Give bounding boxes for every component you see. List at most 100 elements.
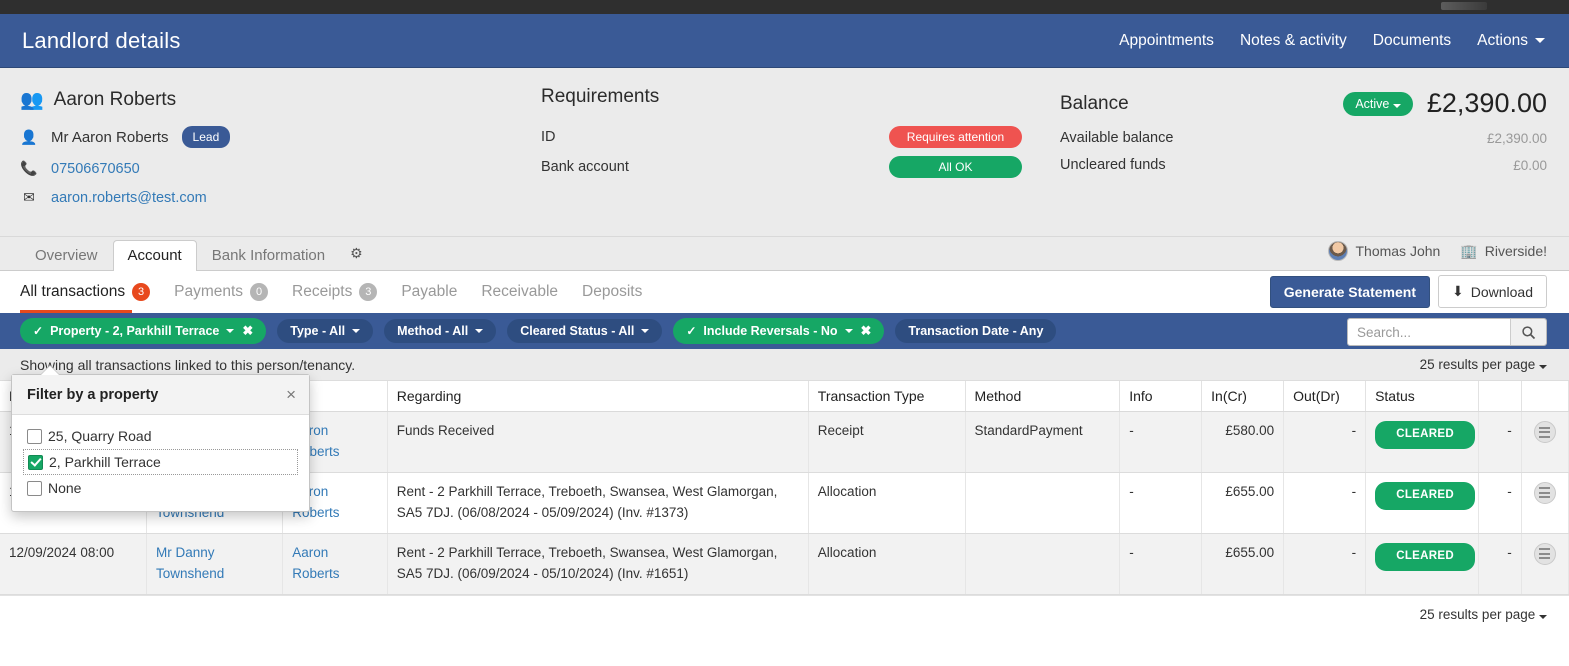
filter-pill-include-reversals-label: Include Reversals - No	[703, 324, 838, 338]
tab-overview[interactable]: Overview	[20, 240, 113, 271]
header-nav: Appointments Notes & activity Documents …	[1119, 32, 1545, 50]
popup-option-none[interactable]: None	[12, 475, 309, 501]
txtab-receipts[interactable]: Receipts 3	[292, 271, 378, 313]
chevron-down-icon	[641, 329, 650, 333]
checkbox-icon[interactable]	[27, 428, 42, 444]
email-link[interactable]: aaron.roberts@test.com	[51, 190, 207, 206]
col-extra	[1478, 381, 1522, 412]
summary-band: 👥 Aaron Roberts 👤 Mr Aaron Roberts Lead …	[0, 68, 1569, 237]
chevron-down-icon	[226, 329, 235, 333]
page-root: Landlord details Appointments Notes & ac…	[0, 0, 1569, 666]
contact-name-row: 👤 Mr Aaron Roberts Lead	[20, 126, 500, 148]
status-badge: CLEARED	[1375, 542, 1476, 571]
cell-transaction-type: Allocation	[808, 533, 966, 595]
status-active-button[interactable]: Active	[1343, 91, 1413, 116]
txtab-payments-count: 0	[250, 283, 269, 301]
col-status[interactable]: Status	[1365, 381, 1479, 412]
filter-pill-property[interactable]: ✓ Property - 2, Parkhill Terrace ✖	[20, 318, 267, 344]
cell-info: -	[1119, 533, 1203, 595]
uncleared-funds-label: Uncleared funds	[1060, 157, 1166, 173]
filter-pill-cleared-status[interactable]: Cleared Status - All	[507, 319, 663, 343]
per-page-selector-bottom[interactable]: 25 results per page	[1420, 607, 1547, 622]
checkbox-checked-icon[interactable]	[28, 454, 43, 470]
search-button[interactable]	[1510, 319, 1546, 345]
col-transaction-type[interactable]: Transaction Type	[808, 381, 966, 412]
chevron-down-icon	[352, 329, 361, 333]
download-button[interactable]: ⬇ Download	[1438, 275, 1547, 308]
col-info[interactable]: Info	[1119, 381, 1203, 412]
filter-pill-type[interactable]: Type - All	[277, 319, 374, 343]
user-chip[interactable]: Thomas John	[1328, 241, 1440, 261]
cell-info: -	[1119, 411, 1203, 473]
per-page-label-top: 25 results per page	[1419, 357, 1536, 372]
filter-pill-method[interactable]: Method - All	[384, 319, 497, 343]
checkbox-icon[interactable]	[27, 480, 42, 496]
txtab-payments[interactable]: Payments 0	[174, 271, 269, 313]
txtab-payable[interactable]: Payable	[401, 271, 457, 313]
clear-filter-icon[interactable]: ✖	[242, 323, 253, 339]
row-menu-icon[interactable]	[1533, 542, 1556, 565]
page-title: Landlord details	[22, 27, 181, 53]
branch-name: Riverside!	[1484, 243, 1547, 259]
cell-transaction-type: Receipt	[808, 411, 966, 473]
table-row[interactable]: 12/09/2024 08:00 Mr Danny Townshend Aaro…	[0, 533, 1569, 595]
filter-pill-type-label: Type - All	[290, 324, 346, 338]
chevron-down-icon	[844, 329, 853, 333]
chevron-down-icon	[1535, 37, 1545, 43]
row-menu-icon[interactable]	[1533, 481, 1556, 504]
popup-option-quarry-road[interactable]: 25, Quarry Road	[12, 423, 309, 449]
cell-extra: -	[1478, 411, 1522, 473]
clear-filter-icon[interactable]: ✖	[861, 323, 872, 339]
balance-title: Balance	[1060, 92, 1129, 114]
cell-date: 12/09/2024 08:00	[0, 533, 147, 595]
close-icon[interactable]: ×	[286, 386, 296, 403]
nav-actions[interactable]: Actions	[1477, 32, 1545, 50]
txtab-all-transactions-count: 3	[132, 283, 151, 301]
col-method[interactable]: Method	[965, 381, 1121, 412]
nav-notes-activity[interactable]: Notes & activity	[1240, 32, 1347, 50]
branch-chip[interactable]: 🏢 Riverside!	[1460, 243, 1547, 260]
uncleared-funds-value: £0.00	[1513, 157, 1547, 173]
to-link[interactable]: Aaron Roberts	[292, 545, 339, 581]
cell-extra: -	[1478, 533, 1522, 595]
per-page-selector-top[interactable]: 25 results per page	[1420, 357, 1547, 372]
txtab-deposits[interactable]: Deposits	[582, 271, 642, 313]
tab-bank-information[interactable]: Bank Information	[197, 240, 340, 271]
transaction-actions: Generate Statement ⬇ Download	[1269, 275, 1547, 308]
col-out-dr[interactable]: Out(Dr)	[1283, 381, 1367, 412]
cell-out-dr: -	[1283, 472, 1367, 534]
person-icon: 👤	[20, 128, 38, 145]
search-icon	[1522, 325, 1536, 339]
requirement-status-bank: All OK	[889, 156, 1022, 178]
filter-pill-transaction-date[interactable]: Transaction Date - Any	[895, 319, 1057, 343]
txtab-receipts-label: Receipts	[292, 283, 353, 300]
page-header: Landlord details Appointments Notes & ac…	[0, 14, 1569, 68]
txtab-all-transactions[interactable]: All transactions 3	[20, 271, 151, 313]
cell-transaction-type: Allocation	[808, 472, 966, 534]
contact-summary: 👥 Aaron Roberts 👤 Mr Aaron Roberts Lead …	[20, 88, 500, 218]
table-footer: 25 results per page	[0, 594, 1569, 633]
cell-status: CLEARED	[1365, 411, 1479, 473]
col-regarding[interactable]: Regarding	[387, 381, 809, 412]
col-in-cr[interactable]: In(Cr)	[1201, 381, 1285, 412]
nav-documents[interactable]: Documents	[1373, 32, 1451, 50]
popup-options: 25, Quarry Road 2, Parkhill Terrace None	[12, 415, 309, 511]
transaction-tabs: All transactions 3 Payments 0 Receipts 3…	[0, 271, 1569, 313]
row-menu-icon[interactable]	[1533, 421, 1556, 443]
col-actions	[1521, 381, 1569, 412]
from-link[interactable]: Mr Danny Townshend	[156, 545, 224, 581]
status-badge: CLEARED	[1375, 421, 1476, 449]
txtab-payments-label: Payments	[174, 283, 244, 300]
tab-account[interactable]: Account	[112, 240, 197, 271]
nav-appointments[interactable]: Appointments	[1119, 32, 1214, 50]
cell-out-dr: -	[1283, 533, 1367, 595]
txtab-receivable[interactable]: Receivable	[481, 271, 558, 313]
search-input[interactable]	[1348, 319, 1510, 345]
gear-icon[interactable]: ⚙	[340, 238, 373, 270]
cell-status: CLEARED	[1365, 472, 1479, 534]
generate-statement-button[interactable]: Generate Statement	[1269, 275, 1430, 308]
popup-option-parkhill-terrace[interactable]: 2, Parkhill Terrace	[23, 449, 298, 475]
cell-status: CLEARED	[1365, 533, 1479, 595]
phone-link[interactable]: 07506670650	[51, 161, 140, 177]
filter-pill-include-reversals[interactable]: ✓ Include Reversals - No ✖	[673, 318, 885, 344]
